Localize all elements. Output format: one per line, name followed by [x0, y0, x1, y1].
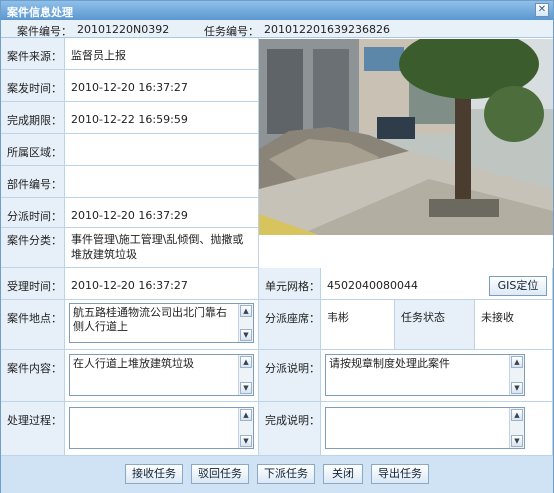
task-no-label: 任务编号： — [204, 25, 259, 38]
deadline-value: 2010-12-22 16:59:59 — [65, 102, 259, 134]
content-scrollbar[interactable]: ▲ ▼ — [238, 355, 253, 395]
deadline-label: 完成期限： — [1, 102, 65, 134]
scroll-up-icon[interactable]: ▲ — [240, 356, 252, 368]
assign-time-label: 分派时间： — [1, 198, 65, 228]
process-cell: ▲ ▼ — [65, 402, 259, 456]
area-value — [65, 134, 259, 166]
process-label: 处理过程： — [1, 402, 65, 456]
case-form: 案件来源： 监督员上报 案发时间： 2010-12-20 16:37:27 完成… — [1, 38, 553, 456]
content-text: 在人行道上堆放建筑垃圾 — [73, 357, 194, 370]
scroll-down-icon[interactable]: ▼ — [240, 329, 252, 341]
gis-locate-button[interactable]: GIS定位 — [489, 276, 547, 296]
button-bar: 接收任务 驳回任务 下派任务 关闭 导出任务 — [1, 456, 553, 493]
location-text: 航五路桂通物流公司出北门靠右侧人行道上 — [73, 306, 227, 333]
seat-value: 韦彬 — [321, 300, 395, 350]
scroll-up-icon[interactable]: ▲ — [511, 409, 523, 421]
accept-value: 2010-12-20 16:37:27 — [65, 268, 259, 300]
window-title: 案件信息处理 — [7, 6, 73, 19]
content-cell: 在人行道上堆放建筑垃圾 ▲ ▼ — [65, 350, 259, 402]
title-bar: 案件信息处理 ✕ — [1, 1, 553, 20]
seat-label: 分派座席： — [259, 300, 321, 350]
part-label: 部件编号： — [1, 166, 65, 198]
info-bar: 案件编号： 20101220N0392 任务编号： 20101220163923… — [1, 20, 553, 38]
scroll-up-icon[interactable]: ▲ — [240, 305, 252, 317]
scroll-down-icon[interactable]: ▼ — [511, 435, 523, 447]
assign-note-text: 请按规章制度处理此案件 — [329, 357, 450, 370]
source-value: 监督员上报 — [65, 38, 259, 70]
case-no-label: 案件编号： — [17, 25, 72, 38]
export-task-button[interactable]: 导出任务 — [371, 464, 429, 484]
location-field[interactable]: 航五路桂通物流公司出北门靠右侧人行道上 ▲ ▼ — [69, 303, 254, 343]
location-cell: 航五路桂通物流公司出北门靠右侧人行道上 ▲ ▼ — [65, 300, 259, 350]
assign-note-cell: 请按规章制度处理此案件 ▲ ▼ — [321, 350, 553, 402]
assign-note-label: 分派说明： — [259, 350, 321, 402]
source-label: 案件来源： — [1, 38, 65, 70]
process-scrollbar[interactable]: ▲ ▼ — [238, 408, 253, 448]
grid-label: 单元网格： — [259, 268, 321, 300]
part-value — [65, 166, 259, 198]
content-field[interactable]: 在人行道上堆放建筑垃圾 ▲ ▼ — [69, 354, 254, 396]
category-label: 案件分类： — [1, 228, 65, 268]
assign-note-scrollbar[interactable]: ▲ ▼ — [509, 355, 524, 395]
accept-label: 受理时间： — [1, 268, 65, 300]
task-no: 20101220163923682​6 — [264, 23, 390, 36]
case-no: 20101220N0392 — [77, 23, 170, 36]
assign-time-value: 2010-12-20 16:37:29 — [65, 198, 259, 228]
content-label: 案件内容： — [1, 350, 65, 402]
scroll-up-icon[interactable]: ▲ — [511, 356, 523, 368]
done-field[interactable]: ▲ ▼ — [325, 407, 525, 449]
case-window: 案件信息处理 ✕ 案件编号： 20101220N0392 任务编号： 20101… — [0, 0, 554, 493]
location-scrollbar[interactable]: ▲ ▼ — [238, 304, 253, 342]
scroll-down-icon[interactable]: ▼ — [511, 382, 523, 394]
category-value: 事件管理\施工管理\乱倾倒、抛撒或堆放建筑垃圾 — [65, 228, 259, 268]
close-icon[interactable]: ✕ — [535, 3, 549, 17]
assign-note-field[interactable]: 请按规章制度处理此案件 ▲ ▼ — [325, 354, 525, 396]
status-label: 任务状态 — [395, 300, 475, 350]
scroll-up-icon[interactable]: ▲ — [240, 409, 252, 421]
occur-value: 2010-12-20 16:37:27 — [65, 70, 259, 102]
status-value: 未接收 — [475, 300, 553, 350]
scroll-down-icon[interactable]: ▼ — [240, 435, 252, 447]
area-label: 所属区域： — [1, 134, 65, 166]
done-label: 完成说明： — [259, 402, 321, 456]
location-label: 案件地点： — [1, 300, 65, 350]
reject-task-button[interactable]: 驳回任务 — [191, 464, 249, 484]
accept-task-button[interactable]: 接收任务 — [125, 464, 183, 484]
occur-label: 案发时间： — [1, 70, 65, 102]
done-scrollbar[interactable]: ▲ ▼ — [509, 408, 524, 448]
dispatch-task-button[interactable]: 下派任务 — [257, 464, 315, 484]
case-photo[interactable] — [259, 39, 553, 235]
done-cell: ▲ ▼ — [321, 402, 553, 456]
scroll-down-icon[interactable]: ▼ — [240, 382, 252, 394]
close-button[interactable]: 关闭 — [323, 464, 363, 484]
process-field[interactable]: ▲ ▼ — [69, 407, 254, 449]
